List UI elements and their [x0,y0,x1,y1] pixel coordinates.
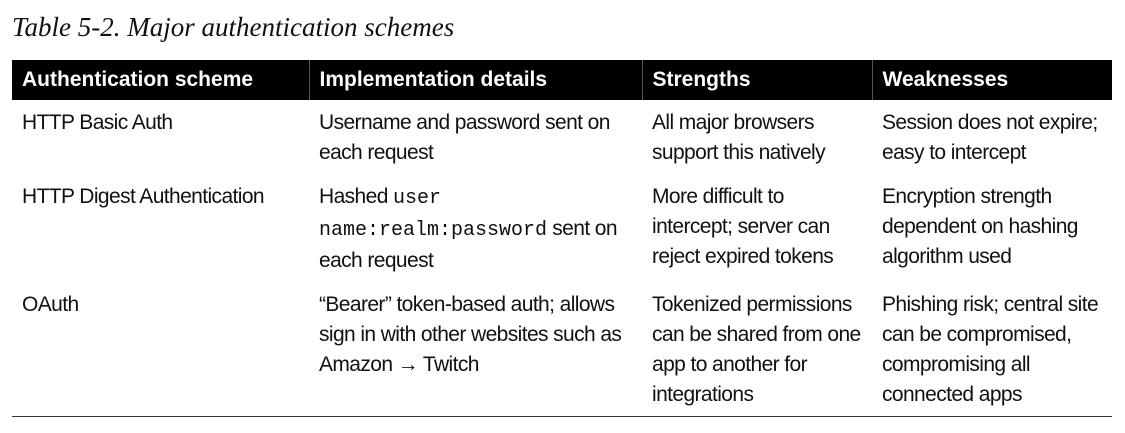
cell-implementation: “Bearer” token-based auth; allows sign i… [309,282,642,417]
weaknesses-text: Phishing risk; central site can be compr… [882,293,1099,406]
header-weaknesses: Weaknesses [871,60,1112,100]
code-name-realm-password: name:realm:password [319,219,548,242]
table-row: HTTP Basic Auth Username and password se… [12,100,1112,174]
header-authentication-scheme: Authentication scheme [12,60,309,100]
weaknesses-text: Encryption strength dependent on hashing… [882,185,1078,268]
table-row: OAuth “Bearer” token-based auth; allows … [12,282,1112,417]
cell-scheme: HTTP Digest Authentication [12,174,309,282]
cell-implementation: Hashed user name:realm:password sent on e… [309,174,642,282]
cell-weaknesses: Encryption strength dependent on hashing… [872,174,1112,282]
implementation-text: Hashed user name:realm:password sent on e… [319,182,632,276]
cell-weaknesses: Session does not expire; easy to interce… [872,100,1112,174]
table-header: Authentication scheme Implementation det… [12,60,1112,100]
cell-strengths: More difficult to intercept; server can … [642,174,872,282]
scheme-text: HTTP Digest Authentication [22,185,265,208]
strengths-text: More difficult to intercept; server can … [652,185,834,268]
table-body: HTTP Basic Auth Username and password se… [12,100,1112,417]
implementation-text: Username and password sent on each reque… [319,111,610,164]
header-strengths: Strengths [641,60,872,100]
implementation-text: “Bearer” token-based auth; allows sign i… [319,293,622,376]
table-row: HTTP Digest Authentication Hashed user na… [12,174,1112,282]
scheme-text: OAuth [22,293,79,316]
header-row: Authentication scheme Implementation det… [12,60,1112,100]
code-user: user [393,187,442,210]
scheme-text: HTTP Basic Auth [22,111,173,134]
cell-scheme: HTTP Basic Auth [12,100,309,174]
authentication-schemes-table: Authentication scheme Implementation det… [12,60,1112,417]
implementation-prefix: Hashed [319,185,394,208]
cell-scheme: OAuth [12,282,309,417]
strengths-text: All major browsers support this natively [652,111,826,164]
cell-strengths: All major browsers support this natively [642,100,872,174]
header-implementation-details: Implementation details [308,60,642,100]
strengths-text: Tokenized permissions can be shared from… [652,293,861,406]
cell-weaknesses: Phishing risk; central site can be compr… [872,282,1112,417]
table-caption: Table 5-2. Major authentication schemes [12,12,455,42]
cell-implementation: Username and password sent on each reque… [309,100,642,174]
cell-strengths: Tokenized permissions can be shared from… [642,282,872,417]
weaknesses-text: Session does not expire; easy to interce… [882,111,1098,164]
